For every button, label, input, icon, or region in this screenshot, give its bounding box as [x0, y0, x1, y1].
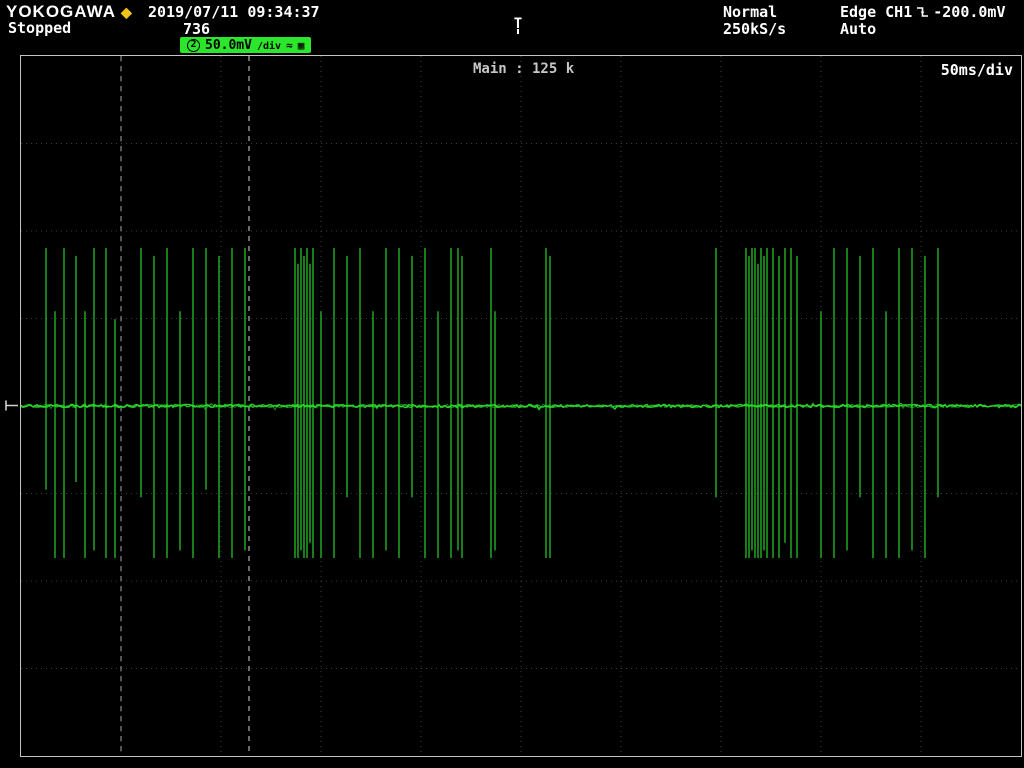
- trigger-mode-text: Normal: [723, 3, 778, 21]
- coupling-icon: ≈: [286, 38, 293, 52]
- channel-number-icon: 2: [187, 38, 200, 52]
- trigger-source-text: Edge CH1: [840, 3, 913, 21]
- timebase-label: 50ms/div: [940, 61, 1013, 79]
- sample-rate-text: 250kS/s: [723, 20, 787, 38]
- record-length-label: Main : 125 k: [473, 61, 575, 77]
- acquisition-status: Stopped: [8, 19, 72, 37]
- datetime-text: 2019/07/11 09:34:37: [148, 3, 320, 21]
- acquisition-count: 736: [183, 20, 211, 38]
- ground-marker-icon: [5, 400, 18, 411]
- pattern-icon: ▦: [297, 38, 305, 52]
- header-bar: YOKOGAWA ◆ Stopped 2019/07/11 09:34:37 7…: [0, 0, 1024, 55]
- trigger-level-text: -200.0mV: [933, 3, 1006, 21]
- trigger-coupling-text: Auto: [840, 20, 877, 38]
- channel-perdiv-text: /div: [256, 41, 282, 52]
- brand-diamond-icon: ◆: [121, 4, 133, 20]
- trigger-marker-tick: [517, 29, 519, 34]
- channel2-badge: 2 50.0mV /div ≈ ▦: [180, 37, 312, 53]
- trigger-position-marker: T: [511, 16, 525, 34]
- waveform-canvas: [21, 56, 1021, 756]
- waveform-display: Main : 125 k 50ms/div: [20, 55, 1022, 757]
- channel-scale-text: 50.0mV: [205, 37, 252, 53]
- falling-edge-icon: [917, 7, 929, 17]
- trigger-settings: Edge CH1 -200.0mV: [840, 3, 1006, 21]
